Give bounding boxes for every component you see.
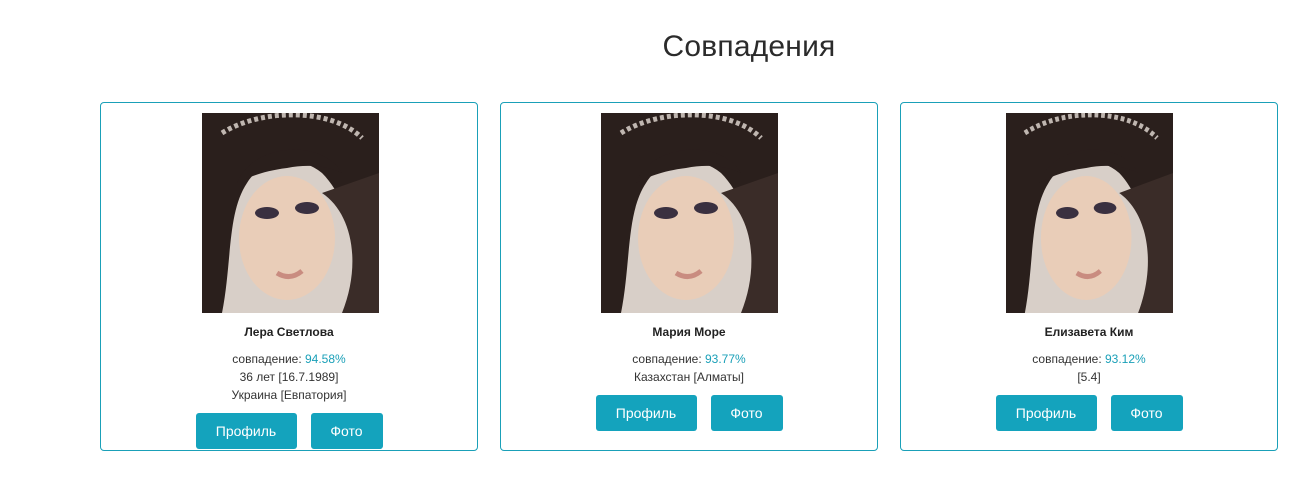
match-label: совпадение: bbox=[1032, 352, 1105, 366]
photo-button[interactable]: Фото bbox=[310, 413, 383, 449]
page-title: Совпадения bbox=[662, 30, 836, 63]
profile-photo[interactable] bbox=[202, 113, 379, 313]
location-line: Казахстан [Алматы] bbox=[633, 370, 745, 384]
match-percent: 94.58% bbox=[305, 352, 346, 366]
match-percent: 93.12% bbox=[1105, 352, 1146, 366]
person-info: совпадение: 94.58% 36 лет [16.7.1989] Ук… bbox=[101, 350, 477, 404]
match-line: совпадение: 93.77% bbox=[501, 350, 877, 368]
age-line: 36 лет [16.7.1989] bbox=[239, 370, 339, 384]
match-line: совпадение: 94.58% bbox=[101, 350, 477, 368]
match-percent: 93.77% bbox=[705, 352, 746, 366]
match-card: Елизавета Ким совпадение: 93.12% [5.4] П… bbox=[900, 102, 1278, 451]
match-card: Мария Море совпадение: 93.77% Казахстан … bbox=[500, 102, 878, 451]
photo-button[interactable]: Фото bbox=[710, 395, 783, 431]
person-name[interactable]: Лера Светлова bbox=[101, 325, 477, 339]
match-line: совпадение: 93.12% bbox=[901, 350, 1277, 368]
photo-button[interactable]: Фото bbox=[1110, 395, 1183, 431]
profile-photo[interactable] bbox=[601, 113, 778, 313]
match-label: совпадение: bbox=[232, 352, 305, 366]
card-actions: Профиль Фото bbox=[501, 395, 877, 431]
person-name[interactable]: Елизавета Ким bbox=[901, 325, 1277, 339]
card-actions: Профиль Фото bbox=[901, 395, 1277, 431]
location-line: [5.4] bbox=[1077, 370, 1101, 384]
profile-button[interactable]: Профиль bbox=[595, 395, 697, 431]
location-line: Украина [Евпатория] bbox=[231, 388, 347, 402]
person-name[interactable]: Мария Море bbox=[501, 325, 877, 339]
card-actions: Профиль Фото bbox=[101, 413, 477, 449]
match-card: Лера Светлова совпадение: 94.58% 36 лет … bbox=[100, 102, 478, 451]
profile-button[interactable]: Профиль bbox=[195, 413, 297, 449]
profile-photo[interactable] bbox=[1006, 113, 1173, 313]
match-label: совпадение: bbox=[632, 352, 705, 366]
profile-button[interactable]: Профиль bbox=[995, 395, 1097, 431]
person-info: совпадение: 93.77% Казахстан [Алматы] bbox=[501, 350, 877, 386]
person-info: совпадение: 93.12% [5.4] bbox=[901, 350, 1277, 386]
